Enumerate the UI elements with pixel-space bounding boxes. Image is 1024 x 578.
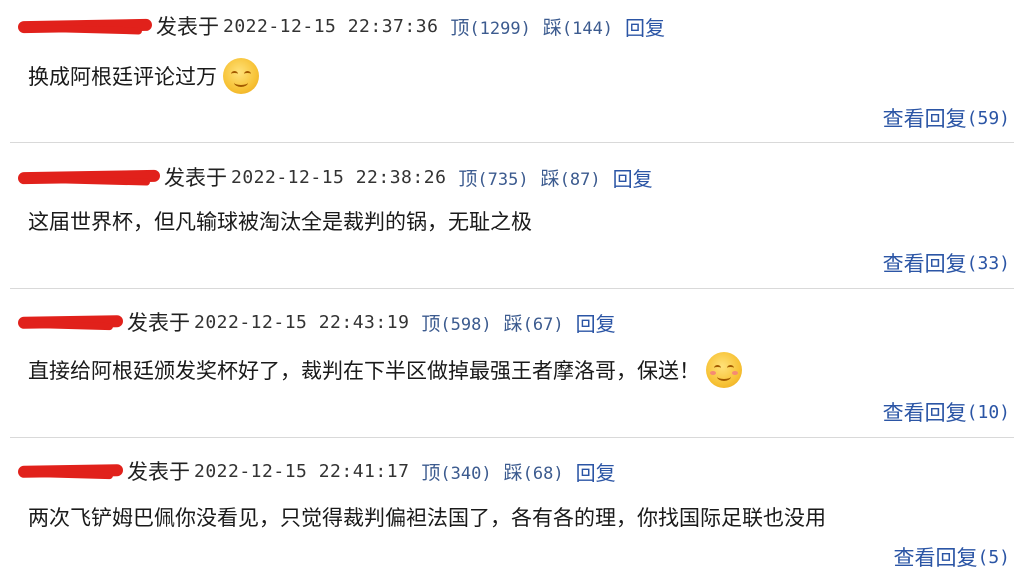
view-replies-label: 查看回复 [882,252,967,276]
comment-meta: 发表于 2022-12-15 22:38:26 顶(735) 踩(87) 回复 [17,163,653,192]
comment-text: 直接给阿根廷颁发奖杯好了，裁判在下半区做掉最强王者摩洛哥，保送！ [28,352,742,388]
reply-button[interactable]: 回复 [625,12,665,41]
comment-body: 直接给阿根廷颁发奖杯好了，裁判在下半区做掉最强王者摩洛哥，保送！ [28,359,700,383]
downvote-button[interactable]: 踩(68) [504,458,564,485]
comment-body: 这届世界杯，但凡输球被淘汰全是裁判的锅，无耻之极 [28,210,532,234]
comment-divider [10,142,1014,143]
view-replies-link[interactable]: 查看回复 (10) [883,397,1010,427]
upvote-count: (1299) [469,18,531,39]
downvote-count: (68) [522,463,564,484]
reply-button[interactable]: 回复 [576,308,616,337]
downvote-label: 踩 [540,167,560,190]
upvote-button[interactable]: 顶(1299) [450,13,530,40]
post-timestamp: 2022-12-15 22:37:36 [223,15,439,37]
comment-text: 这届世界杯，但凡输球被淘汰全是裁判的锅，无耻之极 [28,205,532,237]
downvote-button[interactable]: 踩(67) [504,309,564,336]
upvote-label: 顶 [458,167,478,190]
downvote-button[interactable]: 踩(144) [543,13,613,40]
reply-button[interactable]: 回复 [613,163,653,192]
downvote-button[interactable]: 踩(87) [541,164,601,191]
comment-divider [10,288,1014,289]
comment-meta: 发表于 2022-12-15 22:41:17 顶(340) 踩(68) 回复 [17,457,616,486]
downvote-count: (87) [559,169,601,190]
downvote-count: (67) [522,314,564,335]
reply-button[interactable]: 回复 [576,457,616,486]
posted-at-label: 发表于 [127,460,190,484]
upvote-button[interactable]: 顶(735) [458,164,528,191]
upvote-label: 顶 [421,312,441,335]
view-replies-label: 查看回复 [882,401,967,425]
view-replies-link[interactable]: 查看回复 (59) [883,103,1010,133]
posted-at-label: 发表于 [156,15,219,39]
post-timestamp: 2022-12-15 22:41:17 [194,460,410,482]
comment-body: 换成阿根廷评论过万 [28,65,217,89]
upvote-count: (598) [440,314,492,335]
upvote-label: 顶 [450,16,470,39]
view-replies-link[interactable]: 查看回复 (5) [893,542,1010,572]
view-replies-link[interactable]: 查看回复 (33) [883,248,1010,278]
redacted-username[interactable] [17,14,153,38]
smirk-emoji-icon [223,58,259,94]
view-replies-label: 查看回复 [893,546,978,570]
reply-count: (59) [966,107,1010,129]
comment-meta: 发表于 2022-12-15 22:43:19 顶(598) 踩(67) 回复 [17,308,616,337]
reply-count: (5) [977,546,1010,568]
post-timestamp: 2022-12-15 22:43:19 [194,311,410,333]
upvote-button[interactable]: 顶(340) [421,458,491,485]
redacted-username[interactable] [17,165,161,189]
comment-body: 两次飞铲姆巴佩你没看见，只觉得裁判偏袒法国了，各有各的理，你找国际足联也没用 [28,506,826,530]
comment-meta: 发表于 2022-12-15 22:37:36 顶(1299) 踩(144) 回… [17,12,665,41]
upvote-count: (735) [477,169,529,190]
upvote-count: (340) [440,463,492,484]
downvote-label: 踩 [503,461,523,484]
redacted-username[interactable] [17,459,124,483]
comment-divider [10,437,1014,438]
smile-emoji-icon [706,352,742,388]
view-replies-label: 查看回复 [882,107,967,131]
upvote-label: 顶 [421,461,441,484]
comment-text: 两次飞铲姆巴佩你没看见，只觉得裁判偏袒法国了，各有各的理，你找国际足联也没用 [28,501,826,533]
downvote-count: (144) [561,18,614,39]
reply-count: (10) [966,401,1010,423]
upvote-button[interactable]: 顶(598) [421,309,491,336]
comment-text: 换成阿根廷评论过万 [28,58,259,94]
downvote-label: 踩 [503,312,523,335]
redacted-username[interactable] [17,310,124,334]
downvote-label: 踩 [542,16,562,39]
posted-at-label: 发表于 [164,166,227,190]
reply-count: (33) [966,252,1010,274]
post-timestamp: 2022-12-15 22:38:26 [231,166,447,188]
posted-at-label: 发表于 [127,311,190,335]
